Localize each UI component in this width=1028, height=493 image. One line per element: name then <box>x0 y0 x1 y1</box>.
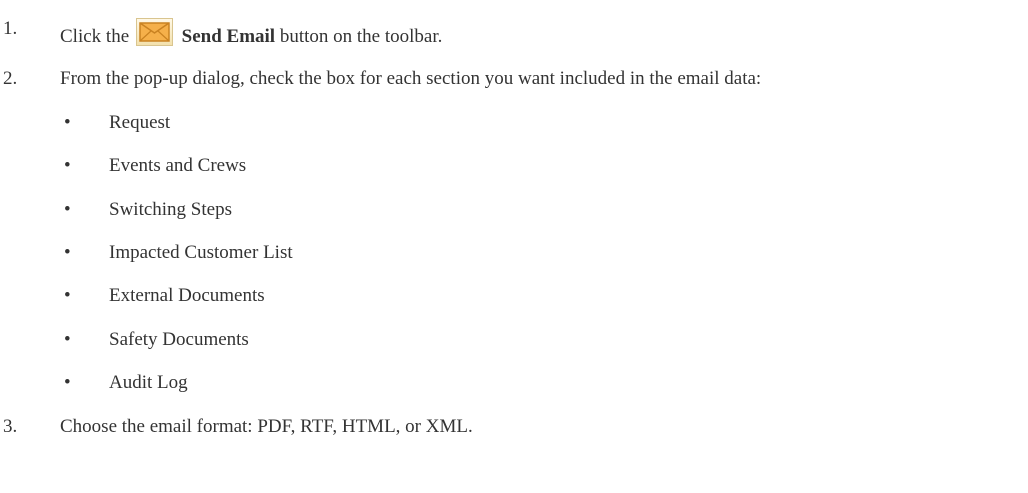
section-item-label: Events and Crews <box>109 155 247 176</box>
step-3-number: 3. <box>3 416 18 437</box>
bullet-icon: • <box>64 112 71 133</box>
step-1-text-after: button on the toolbar. <box>275 26 443 47</box>
step-2-number: 2. <box>3 68 18 89</box>
bullet-icon: • <box>64 372 71 393</box>
section-item-label: Request <box>109 112 171 133</box>
send-email-icon <box>135 18 173 46</box>
step-1-text: Click the Send Email button on the toolb… <box>60 18 442 48</box>
step-2-text: From the pop-up dialog, check the box fo… <box>60 68 762 89</box>
bullet-icon: • <box>64 155 71 176</box>
step-1-number: 1. <box>3 18 18 39</box>
bullet-icon: • <box>64 199 71 220</box>
section-item-label: Impacted Customer List <box>109 242 293 263</box>
step-3-text: Choose the email format: PDF, RTF, HTML,… <box>60 416 473 437</box>
bullet-icon: • <box>64 285 71 306</box>
section-item-label: Switching Steps <box>109 199 232 220</box>
send-email-label: Send Email <box>181 26 276 47</box>
section-item-label: Safety Documents <box>109 329 249 350</box>
section-item-label: External Documents <box>109 285 265 306</box>
section-item-label: Audit Log <box>109 372 188 393</box>
bullet-icon: • <box>64 329 71 350</box>
step-1-text-before: Click the <box>60 26 130 47</box>
bullet-icon: • <box>64 242 71 263</box>
